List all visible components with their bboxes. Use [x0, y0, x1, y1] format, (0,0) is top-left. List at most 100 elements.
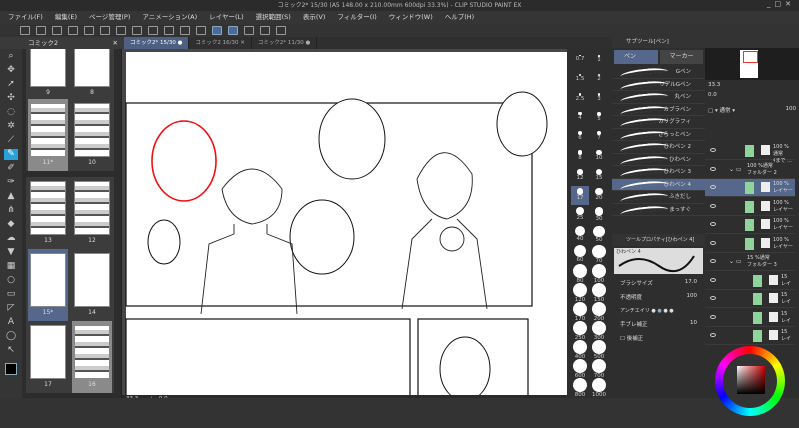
- layer-row[interactable]: 100 % レイヤー: [705, 235, 795, 253]
- brush-size-option[interactable]: 100: [590, 262, 608, 284]
- tab-canvas-16[interactable]: コミック2 16/30 ✕: [189, 37, 252, 49]
- navigator-preview[interactable]: [705, 48, 799, 80]
- brush-size-option[interactable]: 70: [590, 243, 608, 264]
- eye-icon[interactable]: [710, 185, 716, 189]
- redo-icon[interactable]: [100, 26, 110, 35]
- save-icon[interactable]: [68, 26, 78, 35]
- brush-size-option[interactable]: 120: [571, 281, 589, 303]
- page-spread[interactable]: 13 12: [26, 177, 114, 249]
- brush-size-option[interactable]: 600: [571, 357, 589, 379]
- brush-size-option[interactable]: 200: [590, 300, 608, 322]
- menu-item[interactable]: フィルター(I): [337, 11, 376, 24]
- layer-row[interactable]: 100 % レイヤー: [705, 179, 795, 197]
- snap-ruler-icon[interactable]: [212, 26, 222, 35]
- brush-size-option[interactable]: 30: [590, 205, 608, 224]
- prop-opacity[interactable]: 不透明度 100: [612, 290, 705, 304]
- tab-canvas-15[interactable]: コミック2* 15/30 ●: [124, 37, 190, 49]
- subtool-item[interactable]: カブラペン: [612, 104, 705, 116]
- brush-size-option[interactable]: 8: [571, 148, 589, 167]
- brush-size-option[interactable]: 15: [590, 167, 608, 186]
- canvas-page[interactable]: [122, 49, 567, 398]
- prop-brush-size[interactable]: ブラシサイズ 17.0: [612, 276, 705, 290]
- page-spread[interactable]: 15* 14: [26, 249, 114, 321]
- brush-size-option[interactable]: 150: [590, 281, 608, 303]
- page-thumbnail[interactable]: [30, 325, 66, 379]
- page-thumbnail[interactable]: [30, 103, 66, 157]
- page-thumbnail[interactable]: [30, 253, 66, 307]
- subtool-item[interactable]: ひわペン 2: [612, 141, 705, 154]
- eye-icon[interactable]: [710, 259, 716, 263]
- maximize-button[interactable]: □: [775, 0, 786, 8]
- brush-size-option[interactable]: 4: [571, 110, 589, 129]
- menu-item[interactable]: ファイル(F): [8, 11, 43, 24]
- brush-size-option[interactable]: 2: [590, 72, 608, 91]
- page-thumbnail[interactable]: [30, 49, 66, 87]
- eye-icon[interactable]: [710, 333, 716, 337]
- ruler-icon[interactable]: ◸: [4, 303, 18, 314]
- brush-size-option[interactable]: 5: [590, 110, 608, 129]
- layer-folder[interactable]: ⌄ ▭ 15 %通常 フォルダー 3: [705, 253, 795, 271]
- airbrush-icon[interactable]: ▲: [4, 191, 18, 202]
- menu-item[interactable]: アニメーション(A): [142, 11, 197, 24]
- page-spread[interactable]: 17 16: [26, 321, 114, 393]
- group-marker[interactable]: マーカー: [659, 50, 703, 64]
- brush-size-option[interactable]: 2.5: [571, 91, 589, 110]
- brush-size-option[interactable]: 60: [571, 243, 589, 263]
- close-tab-icon[interactable]: ✕: [113, 37, 118, 49]
- tab-canvas-11[interactable]: コミック2* 11/30 ●: [252, 37, 318, 49]
- eye-icon[interactable]: [710, 148, 716, 152]
- snap-special-ruler-icon[interactable]: [228, 26, 238, 35]
- move-icon[interactable]: ✥: [4, 65, 18, 76]
- menu-item[interactable]: ページ管理(P): [89, 11, 130, 24]
- minimize-button[interactable]: _: [767, 0, 775, 8]
- clear-icon[interactable]: [116, 26, 126, 35]
- brush-size-value[interactable]: 17.0: [685, 279, 697, 285]
- brush-icon[interactable]: ✑: [4, 177, 18, 188]
- brush-size-option[interactable]: 1000: [590, 376, 608, 398]
- brush-size-option[interactable]: 250: [571, 319, 589, 341]
- menu-item[interactable]: ウィンドウ(W): [389, 11, 433, 24]
- brush-size-option[interactable]: 7: [590, 129, 608, 148]
- brush-size-option[interactable]: 80: [571, 262, 589, 284]
- subtool-item[interactable]: さらっとペン: [612, 129, 705, 141]
- subtool-item[interactable]: ふきだし: [612, 191, 705, 204]
- move-layer-icon[interactable]: ✣: [4, 93, 18, 104]
- subtool-item[interactable]: リアルGペン: [612, 79, 705, 91]
- blend-mode-select[interactable]: 通常: [719, 108, 730, 114]
- subtool-item[interactable]: Gペン: [612, 66, 705, 79]
- decoration-icon[interactable]: ⋔: [4, 205, 18, 216]
- pencil-icon[interactable]: ✐: [4, 163, 18, 174]
- group-pen[interactable]: ペン: [614, 50, 658, 64]
- color-swatch[interactable]: [5, 363, 17, 375]
- layer-row[interactable]: 100 % レイヤー: [705, 198, 795, 216]
- blend-icon[interactable]: ☁: [4, 233, 18, 244]
- frame-icon[interactable]: ▭: [4, 289, 18, 300]
- layer-panel-tabs[interactable]: [705, 36, 799, 48]
- prop-stabilization[interactable]: 手ブレ補正 10: [612, 317, 705, 331]
- transform-icon[interactable]: [148, 26, 158, 35]
- brush-size-option[interactable]: 1: [590, 53, 608, 72]
- new-icon[interactable]: [36, 26, 46, 35]
- brush-size-option[interactable]: 10: [590, 148, 608, 167]
- menu-item[interactable]: 表示(V): [303, 11, 326, 24]
- menu-item[interactable]: レイヤー(L): [209, 11, 244, 24]
- eye-icon[interactable]: [710, 277, 716, 282]
- brush-size-option[interactable]: 25: [571, 205, 589, 224]
- layer-row[interactable]: 100 % 通常 ｷまで ...: [705, 142, 795, 164]
- subtool-item[interactable]: ひわペン: [612, 154, 705, 166]
- text-icon[interactable]: A: [4, 317, 18, 328]
- canvas-area[interactable]: [122, 49, 567, 398]
- layer-row[interactable]: 100 % レイヤー: [705, 216, 795, 234]
- brush-size-option[interactable]: 400: [571, 338, 589, 360]
- tab-page-manager[interactable]: コミック2 ✕: [22, 37, 122, 49]
- object-icon[interactable]: ➚: [4, 79, 18, 90]
- subtool-item[interactable]: 丸ペン: [612, 91, 705, 104]
- pen-icon[interactable]: ✎: [4, 149, 18, 160]
- undo-icon[interactable]: [84, 26, 94, 35]
- blend-mode-row[interactable]: ▢ ▾ 通常 ▾ 100: [705, 100, 799, 116]
- page-thumbnail[interactable]: [74, 181, 110, 235]
- brush-size-option[interactable]: 6: [571, 129, 589, 148]
- layer-row[interactable]: 15 レイ: [705, 327, 795, 345]
- brush-size-option[interactable]: 40: [571, 224, 589, 243]
- page-spread[interactable]: 98: [26, 49, 114, 101]
